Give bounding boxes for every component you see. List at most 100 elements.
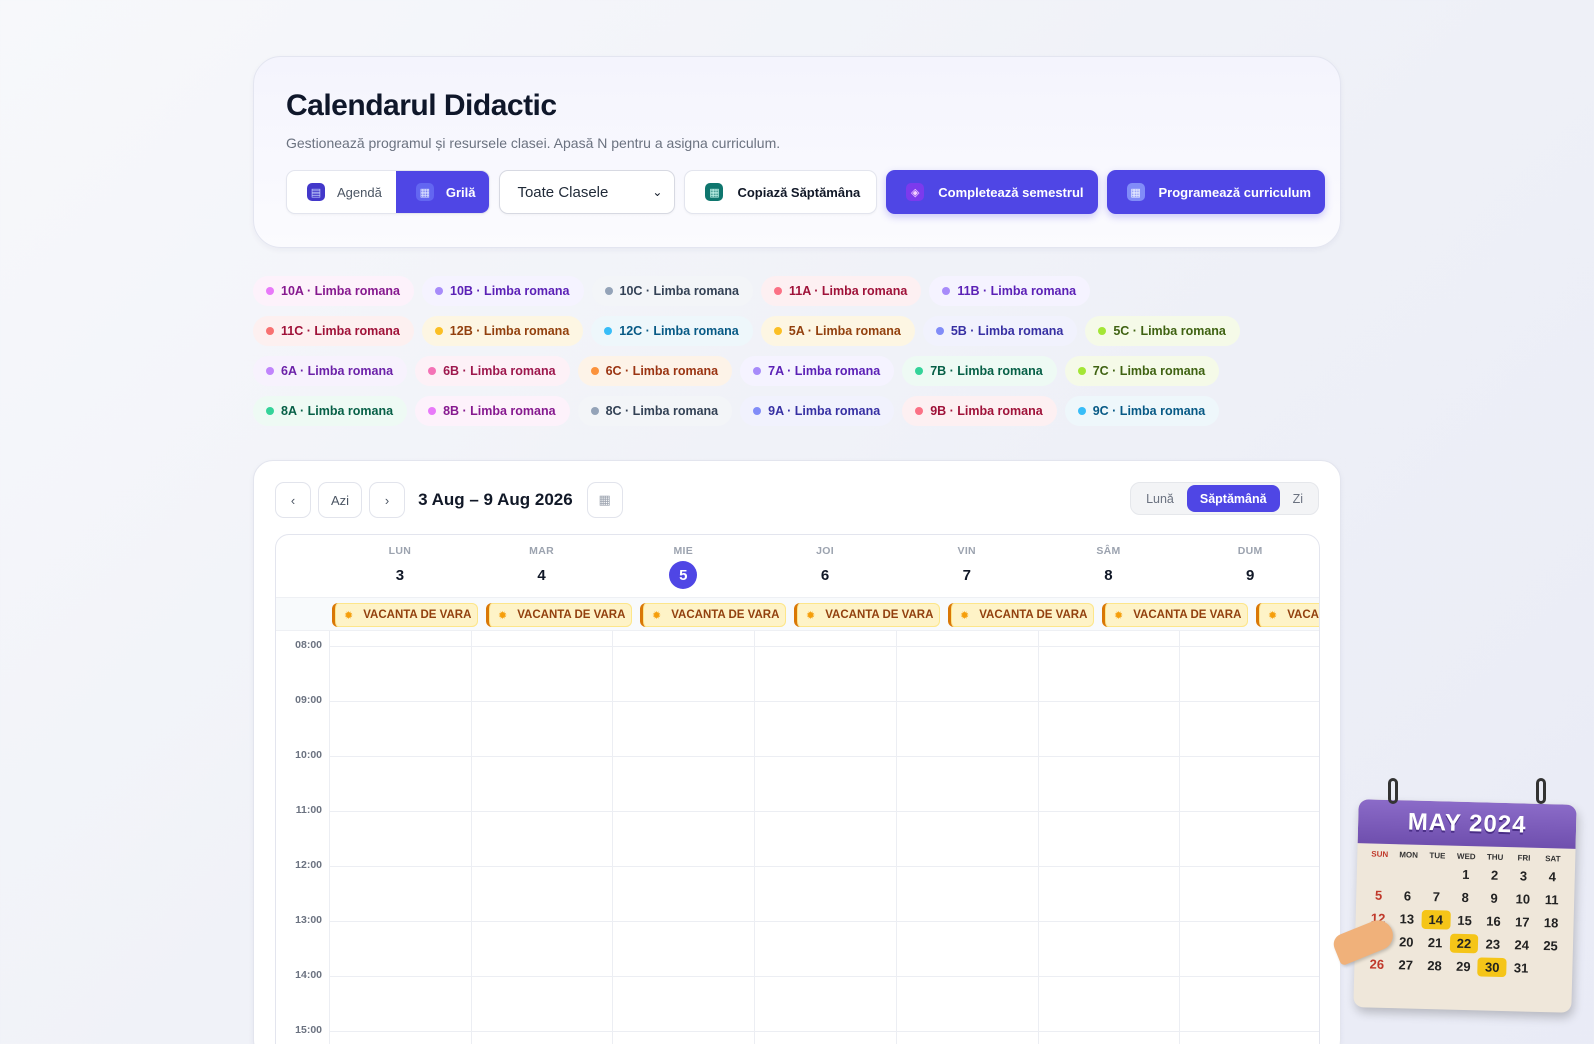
date-picker-button[interactable]: ▦	[586, 482, 623, 518]
class-chip[interactable]: 11C · Limba romana	[253, 316, 414, 346]
day-name: VIN	[957, 545, 976, 557]
hour-row[interactable]: 11:00	[276, 796, 1319, 852]
day-view-button[interactable]: Zi	[1280, 485, 1316, 512]
class-chip-label: 8A · Limba romana	[281, 404, 394, 418]
grid-icon: ▦	[415, 183, 434, 201]
class-chip[interactable]: 6A · Limba romana	[253, 356, 408, 386]
class-chip[interactable]: 11B · Limba romana	[929, 276, 1091, 306]
class-chip[interactable]: 12B · Limba romana	[421, 316, 584, 346]
day-header[interactable]: MIE 5	[612, 535, 754, 597]
sticker-day: 20	[1398, 934, 1414, 950]
grid-label: Grilă	[445, 184, 476, 200]
class-chip-label: 5C · Limba romana	[1113, 324, 1226, 338]
all-day-event[interactable]: ✹ VACANTA DE VARA	[1256, 603, 1319, 627]
copy-week-button[interactable]: ▦ Copiază Săptămâna	[684, 170, 878, 214]
class-chip[interactable]: 7A · Limba romana	[740, 356, 895, 386]
schedule-curriculum-label: Programează curriculum	[1158, 184, 1311, 200]
today-day-number: 5	[669, 561, 698, 589]
event-label: VACANTA DE VARA	[517, 609, 626, 621]
month-view-button[interactable]: Lună	[1133, 485, 1187, 512]
hour-row[interactable]: 08:00	[276, 631, 1319, 687]
class-select-value: Toate Clasele	[517, 183, 609, 201]
today-button[interactable]: Azi	[318, 482, 363, 518]
day-header[interactable]: MAR 4	[471, 535, 613, 597]
day-header[interactable]: JOI 6	[754, 535, 896, 597]
day-header[interactable]: LUN 3	[329, 535, 471, 597]
class-chip[interactable]: 10B · Limba romana	[422, 276, 584, 306]
hour-row[interactable]: 10:00	[276, 741, 1319, 797]
hour-row[interactable]: 15:00	[276, 1016, 1319, 1044]
class-chip[interactable]: 9C · Limba romana	[1064, 396, 1220, 426]
hour-row[interactable]: 12:00	[276, 851, 1319, 907]
copy-week-label: Copiază Săptămâna	[737, 184, 861, 200]
sticker-days: 1234567891011121314151617181920212223242…	[1354, 858, 1575, 983]
schedule-curriculum-button[interactable]: ▦ Programează curriculum	[1106, 170, 1325, 214]
class-chip[interactable]: 8A · Limba romana	[253, 396, 408, 426]
class-chip[interactable]: 6C · Limba romana	[577, 356, 733, 386]
class-chip[interactable]: 9A · Limba romana	[740, 396, 895, 426]
class-chip-label: 7A · Limba romana	[768, 364, 881, 378]
class-color-dot	[1077, 407, 1086, 415]
grid-view-button[interactable]: ▦ Grilă	[395, 171, 490, 213]
class-chip[interactable]: 9B · Limba romana	[902, 396, 1057, 426]
class-chip[interactable]: 8C · Limba romana	[577, 396, 733, 426]
class-chip[interactable]: 5C · Limba romana	[1085, 316, 1240, 346]
class-filter-chips: 10A · Limba romana 10B · Limba romana 10C …	[253, 276, 1253, 426]
sun-icon: ✹	[344, 609, 354, 622]
class-chip[interactable]: 12C · Limba romana	[591, 316, 753, 346]
hour-row[interactable]: 09:00	[276, 686, 1319, 742]
class-chip[interactable]: 10C · Limba romana	[591, 276, 753, 306]
day-number: 3	[395, 566, 405, 584]
class-chip-label: 5A · Limba romana	[788, 324, 901, 338]
all-day-event[interactable]: ✹ VACANTA DE VARA	[640, 603, 786, 627]
all-day-event[interactable]: ✹ VACANTA DE VARA	[948, 603, 1094, 627]
day-header[interactable]: SÂM 8	[1038, 535, 1180, 597]
fill-semester-button[interactable]: ◈ Completează semestrul	[886, 170, 1098, 214]
day-header[interactable]: VIN 7	[896, 535, 1038, 597]
class-select[interactable]: Toate Clasele ⌄	[499, 170, 676, 214]
all-day-event[interactable]: ✹ VACANTA DE VARA	[1102, 603, 1248, 627]
day-column-line	[895, 631, 897, 1044]
class-chip[interactable]: 7C · Limba romana	[1064, 356, 1220, 386]
sticker-day: 24	[1514, 937, 1530, 953]
day-name: DUM	[1237, 545, 1263, 557]
page-title: Calendarul Didactic	[286, 89, 557, 122]
all-day-event[interactable]: ✹ VACANTA DE VARA	[332, 603, 478, 627]
class-chip[interactable]: 5A · Limba romana	[760, 316, 915, 346]
date-range-title: 3 Aug – 9 Aug 2026	[418, 490, 573, 509]
all-day-event[interactable]: ✹ VACANTA DE VARA	[486, 603, 632, 627]
sticker-day: 22	[1449, 933, 1479, 954]
header-toolbar: ▤ Agendă ▦ Grilă Toate Clasele ⌄ ▦ Copia…	[286, 170, 1325, 214]
class-chip[interactable]: 6B · Limba romana	[415, 356, 570, 386]
hour-gridline	[329, 976, 1319, 977]
class-chip[interactable]: 11A · Limba romana	[760, 276, 922, 306]
class-chip-label: 6A · Limba romana	[281, 364, 394, 378]
hour-gridline	[329, 866, 1319, 867]
sticker-day: 5	[1374, 887, 1383, 903]
week-grid: LUN 3 MAR 4 MIE 5 JOI 6 VIN 7 SÂM 8 DUM 9 ✹ VACANTA DE…	[275, 534, 1320, 1044]
agenda-view-button[interactable]: ▤ Agendă	[287, 171, 396, 213]
week-view-button[interactable]: Săptămână	[1186, 485, 1280, 512]
calendar-view-switch: Lună Săptămână Zi	[1130, 482, 1319, 515]
prev-week-button[interactable]: ‹	[275, 482, 311, 518]
sticker-day: 31	[1513, 960, 1529, 976]
day-column-line	[470, 631, 472, 1044]
hour-row[interactable]: 14:00	[276, 961, 1319, 1017]
class-color-dot	[590, 367, 599, 375]
sticker-day: 2	[1490, 867, 1499, 883]
day-column-line	[612, 631, 614, 1044]
day-header[interactable]: DUM 9	[1179, 535, 1319, 597]
hour-row[interactable]: 13:00	[276, 906, 1319, 962]
class-color-dot	[266, 407, 274, 415]
next-week-button[interactable]: ›	[369, 482, 406, 518]
class-color-dot	[266, 367, 274, 375]
class-chip[interactable]: 8B · Limba romana	[415, 396, 570, 426]
calendar-icon: ▦	[598, 492, 611, 507]
class-chip[interactable]: 5B · Limba romana	[922, 316, 1078, 346]
class-chip[interactable]: 10A · Limba romana	[253, 276, 415, 306]
class-chip[interactable]: 7B · Limba romana	[902, 356, 1057, 386]
sticker-day: 15	[1457, 912, 1473, 929]
all-day-event[interactable]: ✹ VACANTA DE VARA	[794, 603, 940, 627]
class-color-dot	[266, 287, 274, 295]
all-day-events: ✹ VACANTA DE VARA ✹ VACANTA DE VARA ✹ VACANTA…	[332, 603, 1319, 627]
